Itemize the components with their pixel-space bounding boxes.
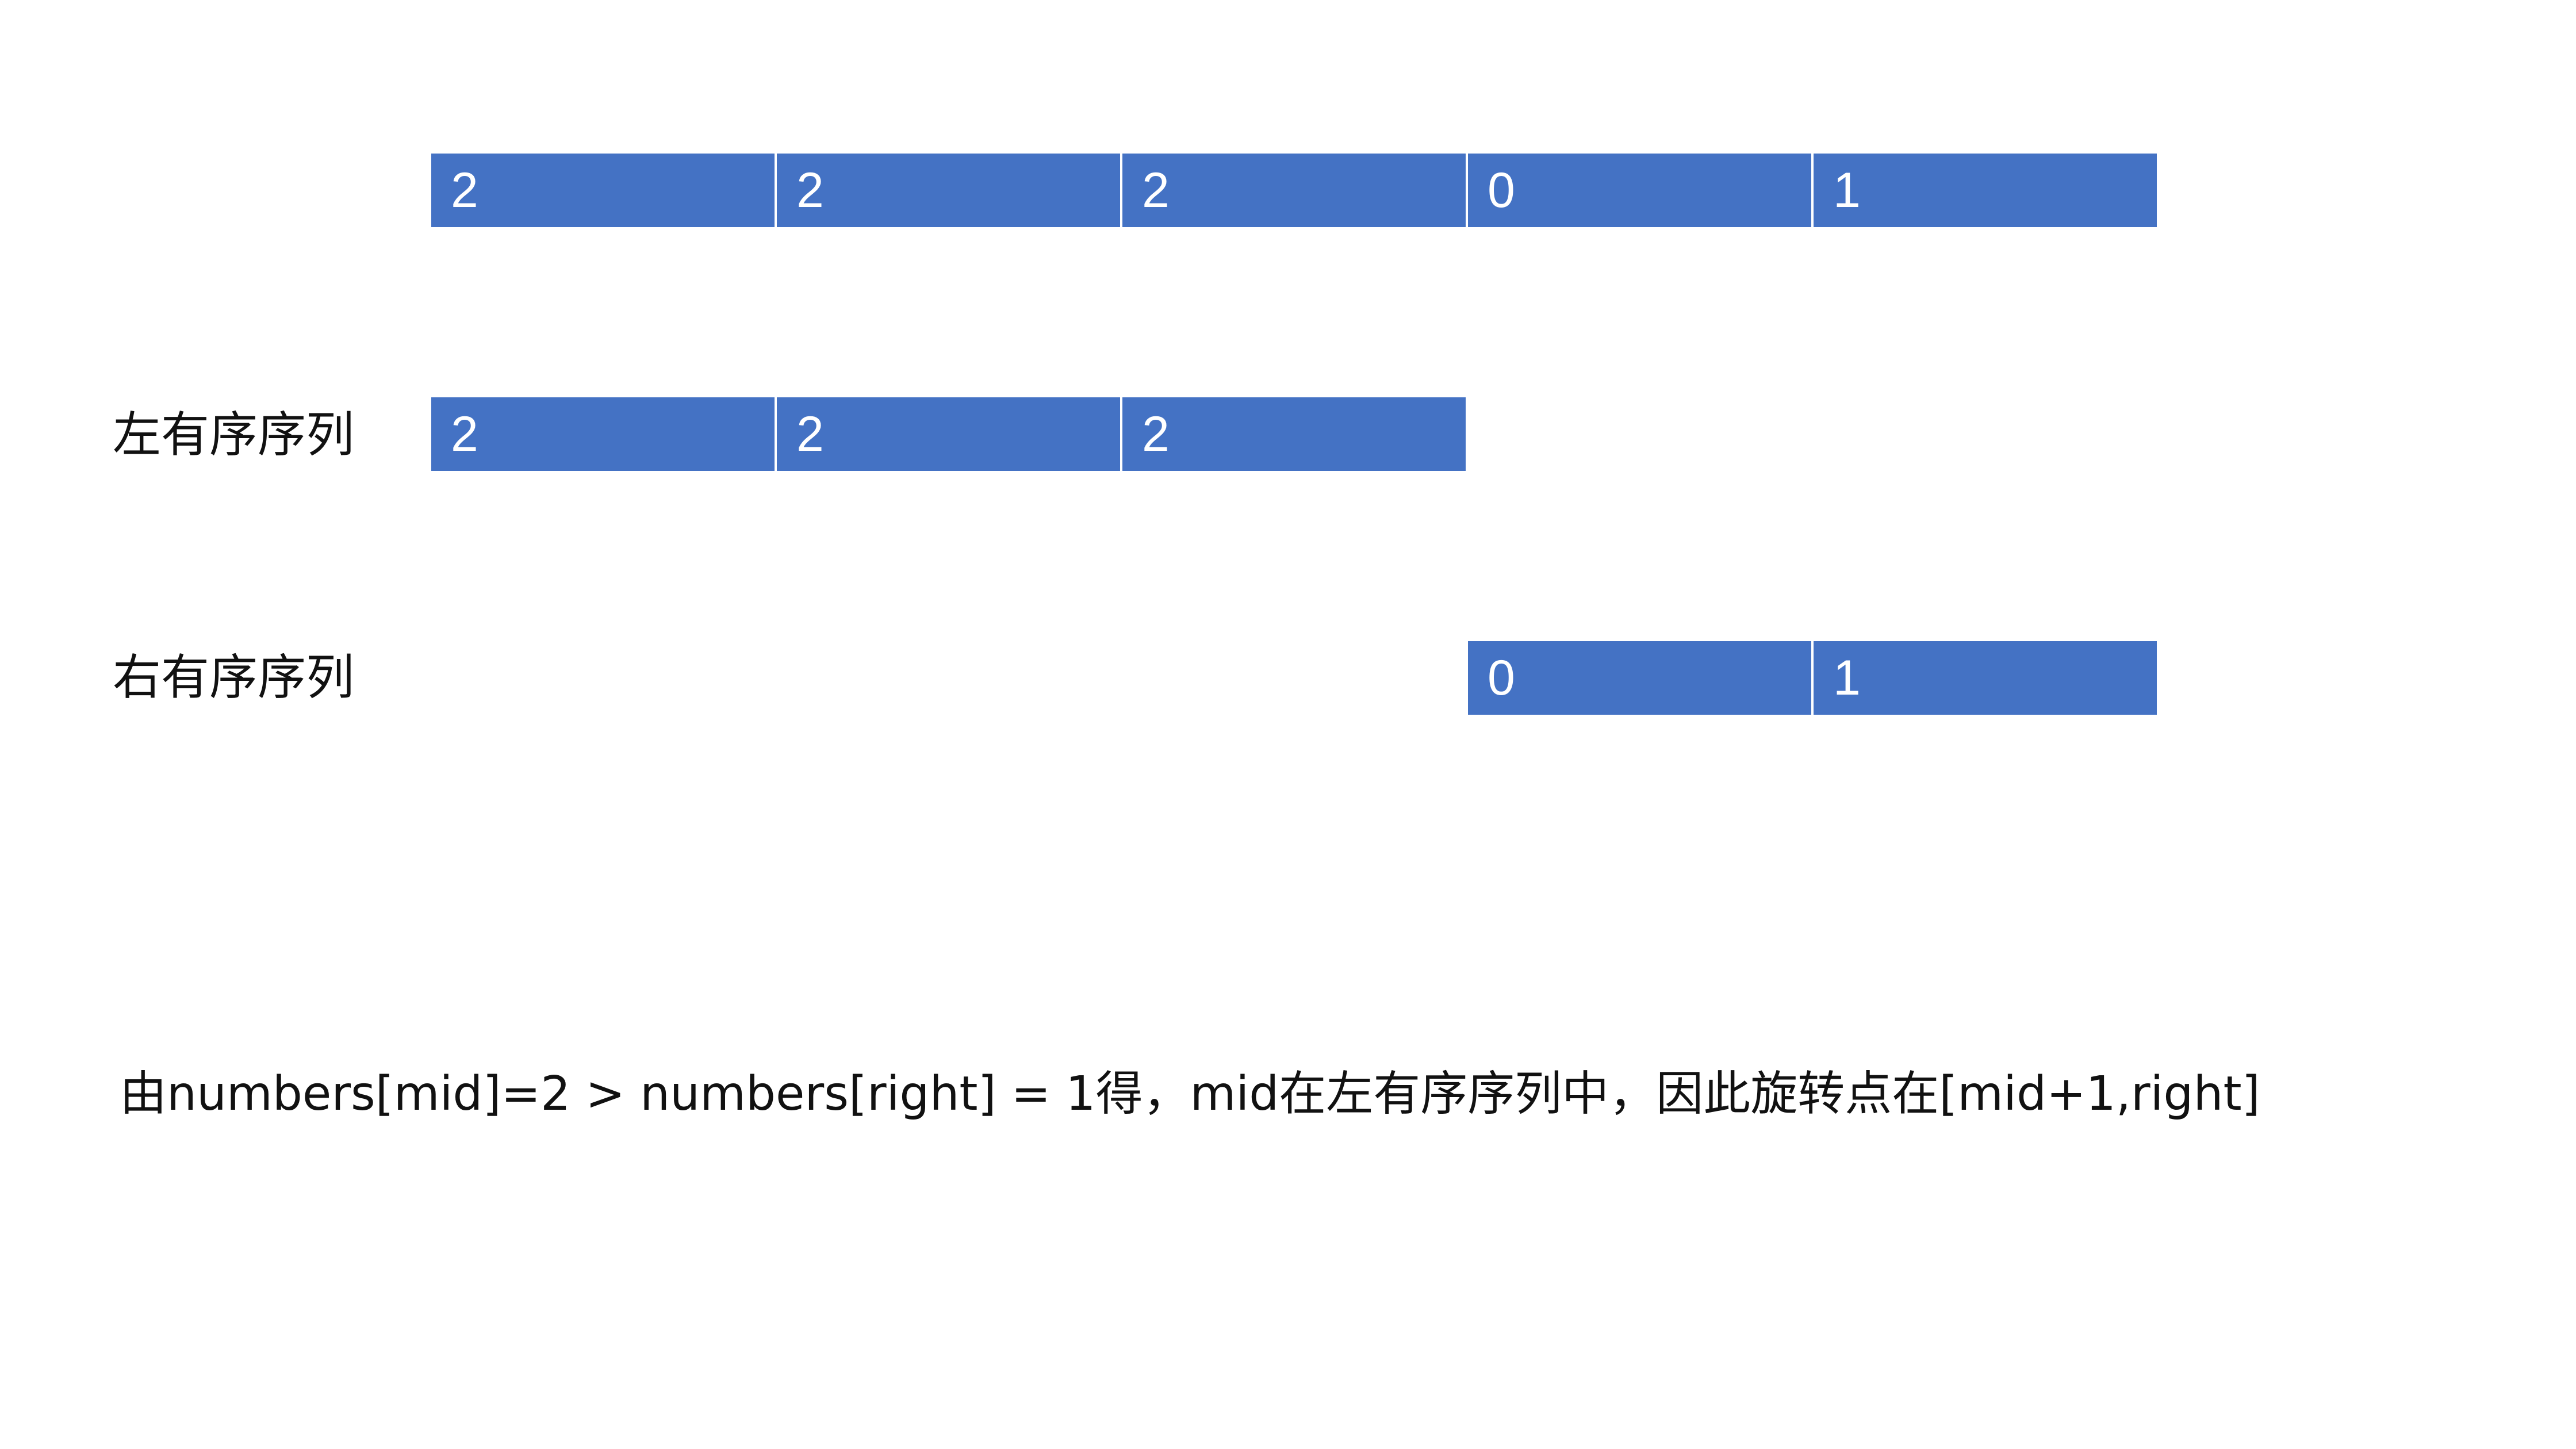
left-sorted-cell: 2	[1122, 397, 1466, 471]
right-sorted-cell: 1	[1814, 641, 2157, 715]
left-sorted-cell: 2	[431, 397, 775, 471]
right-sorted-row: 0 1	[1468, 641, 2157, 715]
array-cell: 0	[1468, 154, 1811, 227]
left-sorted-cell: 2	[777, 397, 1120, 471]
full-array-row: 2 2 2 0 1	[431, 154, 2157, 227]
explanation-caption: 由numbers[mid]=2 > numbers[right] = 1得，mi…	[120, 1067, 2260, 1121]
right-sorted-cell: 0	[1468, 641, 1811, 715]
right-sorted-label: 右有序序列	[113, 649, 355, 706]
array-cell: 2	[1122, 154, 1466, 227]
left-sorted-label: 左有序序列	[113, 407, 355, 463]
array-cell: 2	[777, 154, 1120, 227]
left-sorted-row: 2 2 2	[431, 397, 1466, 471]
array-cell: 1	[1814, 154, 2157, 227]
array-cell: 2	[431, 154, 775, 227]
